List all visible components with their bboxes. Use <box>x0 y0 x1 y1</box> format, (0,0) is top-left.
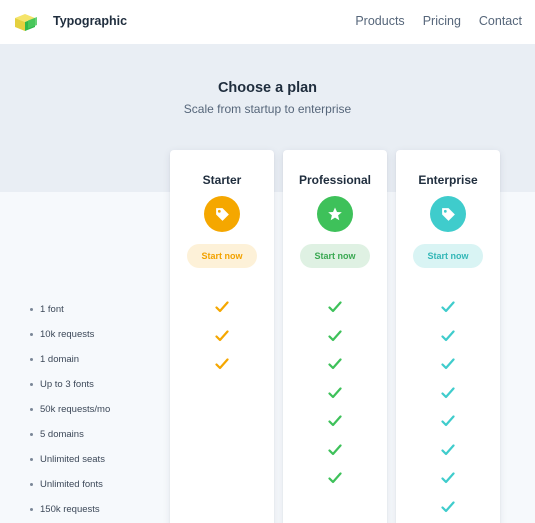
start-now-button-professional[interactable]: Start now <box>300 244 370 268</box>
feature-item: Up to 3 fonts <box>30 372 110 397</box>
nav-link-products[interactable]: Products <box>355 14 404 28</box>
check-list <box>170 293 274 379</box>
feature-item: 1 font <box>30 297 110 322</box>
check-icon <box>283 322 387 351</box>
star-icon <box>317 196 353 232</box>
bullet-icon <box>30 358 33 361</box>
start-now-button-enterprise[interactable]: Start now <box>413 244 483 268</box>
feature-item: 1 domain <box>30 347 110 372</box>
page-title: Choose a plan <box>217 80 318 96</box>
check-icon <box>283 464 387 493</box>
check-icon <box>396 407 500 436</box>
check-icon <box>396 464 500 493</box>
feature-label: 1 font <box>40 304 64 315</box>
feature-label: 50k requests/mo <box>40 404 111 415</box>
plan-name: Starter <box>202 173 242 187</box>
check-icon <box>283 407 387 436</box>
feature-item: 5 domains <box>30 422 110 447</box>
feature-item: 50k requests/mo <box>30 397 110 422</box>
tag-icon <box>204 196 240 232</box>
bullet-icon <box>30 383 33 386</box>
feature-item: 10k requests <box>30 322 110 347</box>
feature-list: 1 font 10k requests 1 domain Up to 3 fonts 5… <box>30 297 110 522</box>
logo-cube-icon[interactable] <box>13 12 39 32</box>
check-icon <box>283 350 387 379</box>
feature-label: 1 domain <box>40 354 80 365</box>
nav-link-contact[interactable]: Contact <box>479 14 522 28</box>
check-icon <box>396 379 500 408</box>
check-icon <box>396 322 500 351</box>
plan-name: Enterprise <box>418 173 478 187</box>
check-icon <box>170 293 274 322</box>
plan-card-enterprise: Enterprise Start now <box>396 150 500 523</box>
feature-label: Up to 3 fonts <box>40 379 94 390</box>
plan-card-starter: Starter Start now <box>170 150 274 523</box>
check-list <box>396 293 500 521</box>
feature-label: 150k requests <box>40 504 100 515</box>
feature-item: Unlimited fonts <box>30 472 110 497</box>
check-icon <box>396 350 500 379</box>
check-icon <box>283 293 387 322</box>
plan-name: Professional <box>298 173 372 187</box>
feature-item: Unlimited seats <box>30 447 110 472</box>
check-icon <box>283 436 387 465</box>
brand-name[interactable]: Typographic <box>53 14 127 28</box>
check-icon <box>170 322 274 351</box>
feature-label: 10k requests <box>40 329 95 340</box>
feature-label: Unlimited fonts <box>40 479 103 490</box>
bullet-icon <box>30 433 33 436</box>
bullet-icon <box>30 408 33 411</box>
tag-icon <box>430 196 466 232</box>
page-subtitle: Scale from startup to enterprise <box>183 102 352 116</box>
bullet-icon <box>30 483 33 486</box>
check-icon <box>396 493 500 522</box>
bullet-icon <box>30 508 33 511</box>
bullet-icon <box>30 333 33 336</box>
check-icon <box>396 293 500 322</box>
navbar: Typographic Products Pricing Contact <box>0 0 535 44</box>
bullet-icon <box>30 458 33 461</box>
nav-link-pricing[interactable]: Pricing <box>423 14 461 28</box>
plan-card-professional: Professional Start now <box>283 150 387 523</box>
nav-links: Products Pricing Contact <box>355 14 522 28</box>
feature-item: 150k requests <box>30 497 110 522</box>
check-list <box>283 293 387 493</box>
check-icon <box>396 436 500 465</box>
feature-label: Unlimited seats <box>40 454 105 465</box>
feature-label: 5 domains <box>40 429 84 440</box>
check-icon <box>283 379 387 408</box>
bullet-icon <box>30 308 33 311</box>
start-now-button-starter[interactable]: Start now <box>187 244 257 268</box>
check-icon <box>170 350 274 379</box>
